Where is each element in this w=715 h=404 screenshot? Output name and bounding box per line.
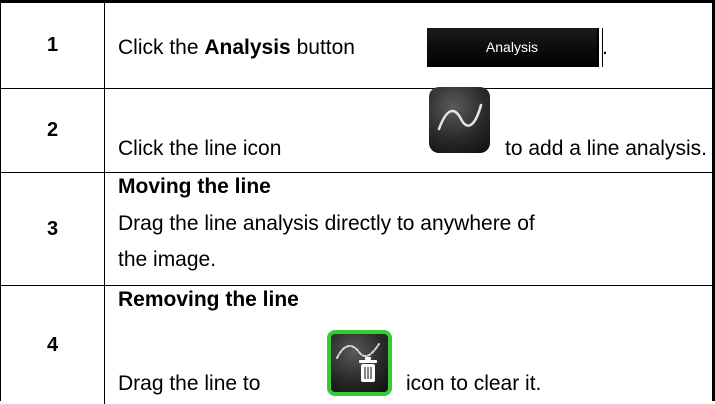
step-heading: Moving the line (118, 175, 271, 198)
step-text-after: icon to clear it. (406, 372, 542, 395)
step-text-after: button (290, 36, 355, 59)
step-text-before: Drag the line to (118, 372, 261, 395)
step-text-after: to add a line analysis. (505, 137, 707, 160)
step-text-line1: Drag the line analysis directly to anywh… (118, 212, 535, 235)
step-text-end: . (602, 36, 608, 59)
step-text-bold: Analysis (204, 36, 291, 59)
step-row-4: 4 Removing the line Drag the line to ico… (1, 286, 712, 404)
step-number: 2 (1, 89, 105, 172)
line-analysis-icon[interactable] (429, 87, 490, 153)
step-content: Click the line icon to add a line analys… (105, 87, 712, 172)
step-number: 1 (1, 3, 105, 88)
step-content: Click the Analysis button Analysis . (105, 3, 712, 88)
step-number: 3 (1, 173, 105, 285)
step-text: Click the Analysis button (118, 34, 355, 62)
step-text-before: Click the line icon (118, 137, 282, 160)
step-text-before: Click the (118, 36, 205, 59)
step-content: Moving the line Drag the line analysis d… (105, 173, 712, 285)
step-text-line2: the image. (118, 248, 217, 271)
step-row-2: 2 Click the line icon to add a line anal… (1, 87, 712, 173)
step-number: 4 (1, 286, 105, 404)
step-heading: Removing the line (118, 288, 299, 311)
analysis-button[interactable]: Analysis (427, 28, 599, 67)
step-row-3: 3 Moving the line Drag the line analysis… (1, 173, 712, 286)
trash-icon[interactable] (327, 330, 392, 396)
steps-table: 1 Click the Analysis button Analysis . 2… (0, 0, 715, 404)
step-content: Removing the line Drag the line to icon … (105, 286, 712, 404)
step-row-1: 1 Click the Analysis button Analysis . (1, 3, 712, 89)
